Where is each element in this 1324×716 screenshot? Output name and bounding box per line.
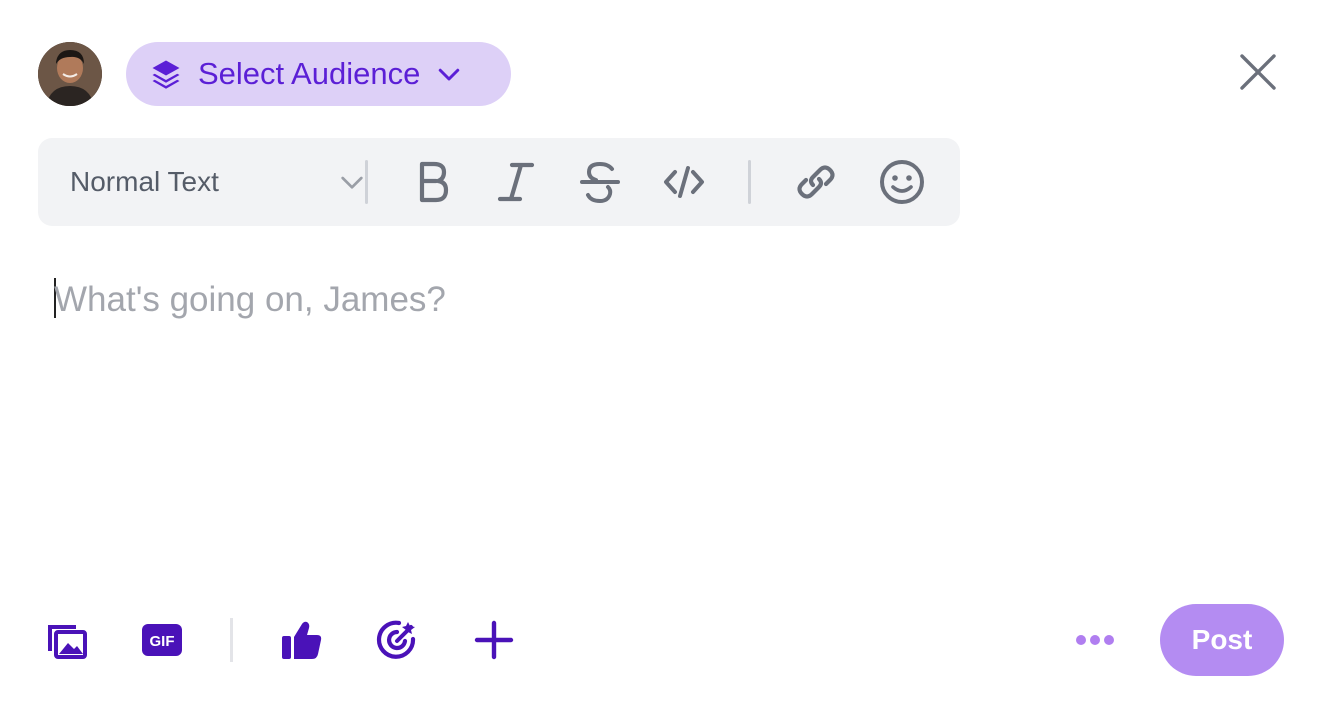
plus-icon bbox=[474, 620, 514, 660]
chevron-down-icon bbox=[341, 176, 363, 189]
add-more-button[interactable] bbox=[470, 616, 518, 664]
text-style-select[interactable]: Normal Text bbox=[70, 138, 370, 226]
strikethrough-icon bbox=[580, 161, 620, 204]
more-options-button[interactable] bbox=[1072, 624, 1118, 656]
layers-icon bbox=[152, 60, 180, 89]
link-icon bbox=[797, 165, 835, 199]
close-icon bbox=[1240, 54, 1276, 90]
avatar-image bbox=[38, 42, 102, 106]
attachments-divider bbox=[230, 618, 233, 662]
ellipsis-icon bbox=[1076, 635, 1114, 645]
select-audience-button[interactable]: Select Audience bbox=[126, 42, 511, 106]
smiley-icon bbox=[880, 160, 924, 204]
code-button[interactable] bbox=[660, 158, 708, 206]
italic-icon bbox=[497, 162, 535, 202]
toolbar-divider bbox=[748, 160, 751, 204]
gif-icon: GIF bbox=[142, 624, 182, 656]
formatting-toolbar: Normal Text bbox=[38, 138, 960, 226]
strikethrough-button[interactable] bbox=[576, 158, 624, 206]
bold-icon bbox=[419, 161, 449, 203]
target-icon bbox=[376, 620, 416, 659]
thumbs-up-icon bbox=[282, 621, 322, 659]
close-button[interactable] bbox=[1236, 50, 1280, 94]
post-text-input[interactable]: What's going on, James? bbox=[52, 276, 1272, 576]
add-gif-button[interactable]: GIF bbox=[138, 616, 186, 664]
link-button[interactable] bbox=[792, 158, 840, 206]
post-button[interactable]: Post bbox=[1160, 604, 1284, 676]
chevron-down-icon bbox=[439, 68, 460, 81]
text-style-value: Normal Text bbox=[70, 166, 219, 197]
gif-label: GIF bbox=[150, 633, 175, 650]
italic-button[interactable] bbox=[492, 158, 540, 206]
reaction-button[interactable] bbox=[278, 616, 326, 664]
toolbar-divider bbox=[365, 160, 368, 204]
user-avatar[interactable] bbox=[38, 42, 102, 106]
images-icon bbox=[48, 625, 87, 659]
emoji-button[interactable] bbox=[878, 158, 926, 206]
add-media-button[interactable] bbox=[42, 616, 90, 664]
bold-button[interactable] bbox=[408, 158, 456, 206]
goal-button[interactable] bbox=[374, 616, 422, 664]
select-audience-label: Select Audience bbox=[198, 56, 421, 91]
post-placeholder: What's going on, James? bbox=[54, 280, 446, 319]
code-icon bbox=[664, 166, 704, 198]
